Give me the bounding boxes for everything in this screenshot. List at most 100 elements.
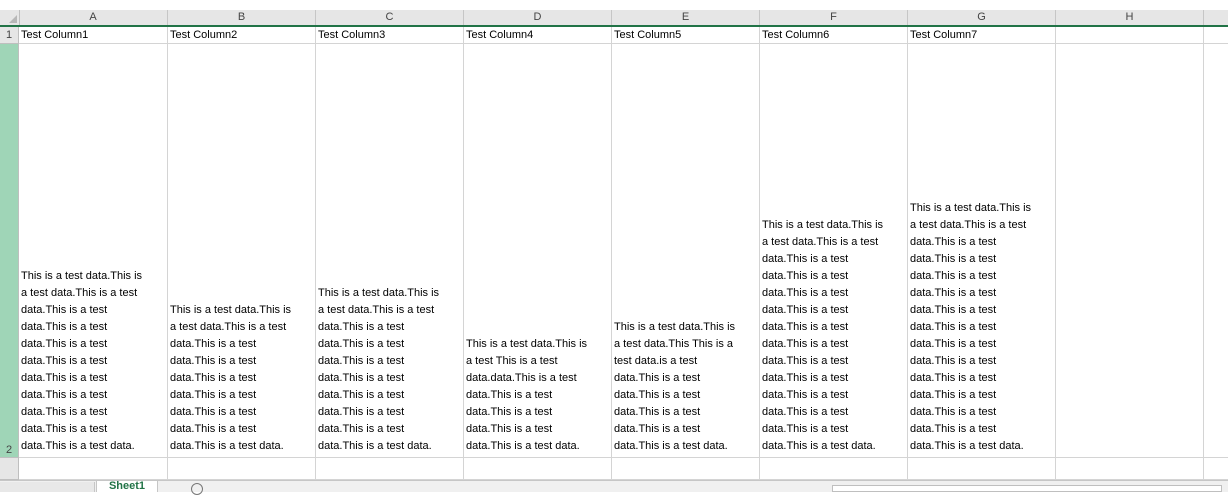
cell-text-line: data.This is a test <box>614 372 701 384</box>
column-header-f[interactable]: F <box>760 10 908 25</box>
cell-a3[interactable] <box>19 458 168 480</box>
cell-text-line: data.This is a test <box>170 338 257 350</box>
cell-text-line: data.This is a test <box>762 304 849 316</box>
cell-i3[interactable] <box>1204 458 1228 480</box>
cell-c3[interactable] <box>316 458 464 480</box>
cell-text-line: data.This is a test <box>762 253 849 265</box>
cell-text-line: data.This is a test <box>910 287 997 299</box>
cell-text-line: data.This is a test <box>466 406 553 418</box>
cell-text-line: data.This is a test <box>21 423 108 435</box>
cell-i1[interactable] <box>1204 27 1228 44</box>
cell-text-line: data.This is a test <box>910 304 997 316</box>
cell-a1[interactable]: Test Column1 <box>19 27 168 44</box>
row-header-2-label: 2 <box>5 444 13 456</box>
cell-text-line: This is a test data.This is <box>762 219 884 231</box>
cell-i2[interactable] <box>1204 44 1228 458</box>
cell-text-line: a test data.This is a test <box>21 287 138 299</box>
cell-text-line: data.This is a test <box>21 406 108 418</box>
cell-text-line: data.This is a test <box>910 236 997 248</box>
cell-text-line: data.This is a test <box>614 389 701 401</box>
column-header-g[interactable]: G <box>908 10 1056 25</box>
cell-h1[interactable] <box>1056 27 1204 44</box>
cell-text-line: data.This is a test <box>466 389 553 401</box>
cell-text-line: a test data.This This is a <box>614 338 734 350</box>
select-all-button[interactable] <box>0 10 20 25</box>
cell-text-line: data.This is a test data. <box>318 440 432 452</box>
cell-text-line: data.This is a test <box>910 321 997 333</box>
cell-text-line: data.This is a test <box>170 406 257 418</box>
cell-b2[interactable]: This is a test data.This is a test data.T… <box>168 44 316 458</box>
cell-b3[interactable] <box>168 458 316 480</box>
cell-text-line: a test data.This is a test <box>910 219 1027 231</box>
cell-text-line: This is a test data.This is <box>170 304 292 316</box>
cell-text-line: data.data.This is a test <box>466 372 577 384</box>
cell-text-line: data.This is a test <box>762 321 849 333</box>
cell-text-line: data.This is a test <box>170 372 257 384</box>
cell-text-line: data.This is a test data. <box>762 440 876 452</box>
cell-text-line: This is a test data.This is <box>614 321 736 333</box>
column-header-a[interactable]: A <box>19 10 168 25</box>
cell-text-line: data.This is a test <box>318 338 405 350</box>
cell-text-line: This is a test data.This is <box>318 287 440 299</box>
cell-text-line: data.This is a test <box>910 406 997 418</box>
cell-b1[interactable]: Test Column2 <box>168 27 316 44</box>
cell-text-line: data.This is a test <box>318 406 405 418</box>
cell-text-line: This is a test data.This is <box>21 270 143 282</box>
cell-text-line: data.This is a test <box>318 372 405 384</box>
cell-text-line: data.This is a test <box>21 321 108 333</box>
cell-f3[interactable] <box>760 458 908 480</box>
select-all-triangle-icon <box>9 15 17 23</box>
cell-text-line: data.This is a test data. <box>170 440 284 452</box>
cell-e1[interactable]: Test Column5 <box>612 27 760 44</box>
column-header-h[interactable]: H <box>1056 10 1204 25</box>
column-header-e[interactable]: E <box>612 10 760 25</box>
cell-d3[interactable] <box>464 458 612 480</box>
cell-text-line: a test data.This is a test <box>170 321 287 333</box>
cell-text-line: data.This is a test <box>170 389 257 401</box>
cell-g3[interactable] <box>908 458 1056 480</box>
cell-e3[interactable] <box>612 458 760 480</box>
cell-text-line: data.This is a test data. <box>614 440 728 452</box>
cell-text-line: a test data.This is a test <box>762 236 879 248</box>
cell-e2[interactable]: This is a test data.This is a test data.T… <box>612 44 760 458</box>
column-header-c[interactable]: C <box>316 10 464 25</box>
cell-text-line: data.This is a test <box>762 372 849 384</box>
cell-text-line: data.This is a test <box>910 253 997 265</box>
cell-f2[interactable]: This is a test data.This is a test data.T… <box>760 44 908 458</box>
cell-d2[interactable]: This is a test data.This is a test This i… <box>464 44 612 458</box>
sheet-tab-bar: Sheet1 <box>0 480 1228 495</box>
cell-c2[interactable]: This is a test data.This is a test data.T… <box>316 44 464 458</box>
row-header-2[interactable]: 2 <box>0 44 19 458</box>
row-header-3[interactable] <box>0 458 19 480</box>
column-header-b[interactable]: B <box>168 10 316 25</box>
cell-text-line: a test data.This is a test <box>318 304 435 316</box>
cell-text-line: data.This is a test data. <box>466 440 580 452</box>
cell-text-line: This is a test data.This is <box>466 338 588 350</box>
cell-text-line: data.This is a test <box>318 423 405 435</box>
add-sheet-icon[interactable] <box>191 483 203 495</box>
cell-g1[interactable]: Test Column7 <box>908 27 1056 44</box>
cell-text-line: data.This is a test <box>21 355 108 367</box>
cell-f1[interactable]: Test Column6 <box>760 27 908 44</box>
cell-h2[interactable] <box>1056 44 1204 458</box>
row-header-1[interactable]: 1 <box>0 27 19 44</box>
cell-text-line: data.This is a test <box>910 389 997 401</box>
cell-text-line: data.This is a test <box>318 321 405 333</box>
cell-text-line: data.This is a test <box>762 389 849 401</box>
cell-g2[interactable]: This is a test data.This is a test data.T… <box>908 44 1056 458</box>
sheet-tab-sheet1[interactable]: Sheet1 <box>96 481 158 492</box>
cell-text-line: data.This is a test data. <box>910 440 1024 452</box>
cell-text-line: data.This is a test <box>21 304 108 316</box>
cell-text-line: data.This is a test <box>910 355 997 367</box>
cell-a2[interactable]: This is a test data.This is a test data.T… <box>19 44 168 458</box>
cell-text-line: a test This is a test <box>466 355 558 367</box>
cell-text-line: test data.is a test <box>614 355 698 367</box>
cell-h3[interactable] <box>1056 458 1204 480</box>
cell-text-line: data.This is a test <box>910 372 997 384</box>
spreadsheet-grid[interactable]: A B C D E F G H 1 2 Test Column1 Test Co… <box>0 10 1228 480</box>
cell-d1[interactable]: Test Column4 <box>464 27 612 44</box>
cell-c1[interactable]: Test Column3 <box>316 27 464 44</box>
column-header-d[interactable]: D <box>464 10 612 25</box>
cell-text-line: data.This is a test <box>762 270 849 282</box>
cell-text-line: data.This is a test <box>614 423 701 435</box>
